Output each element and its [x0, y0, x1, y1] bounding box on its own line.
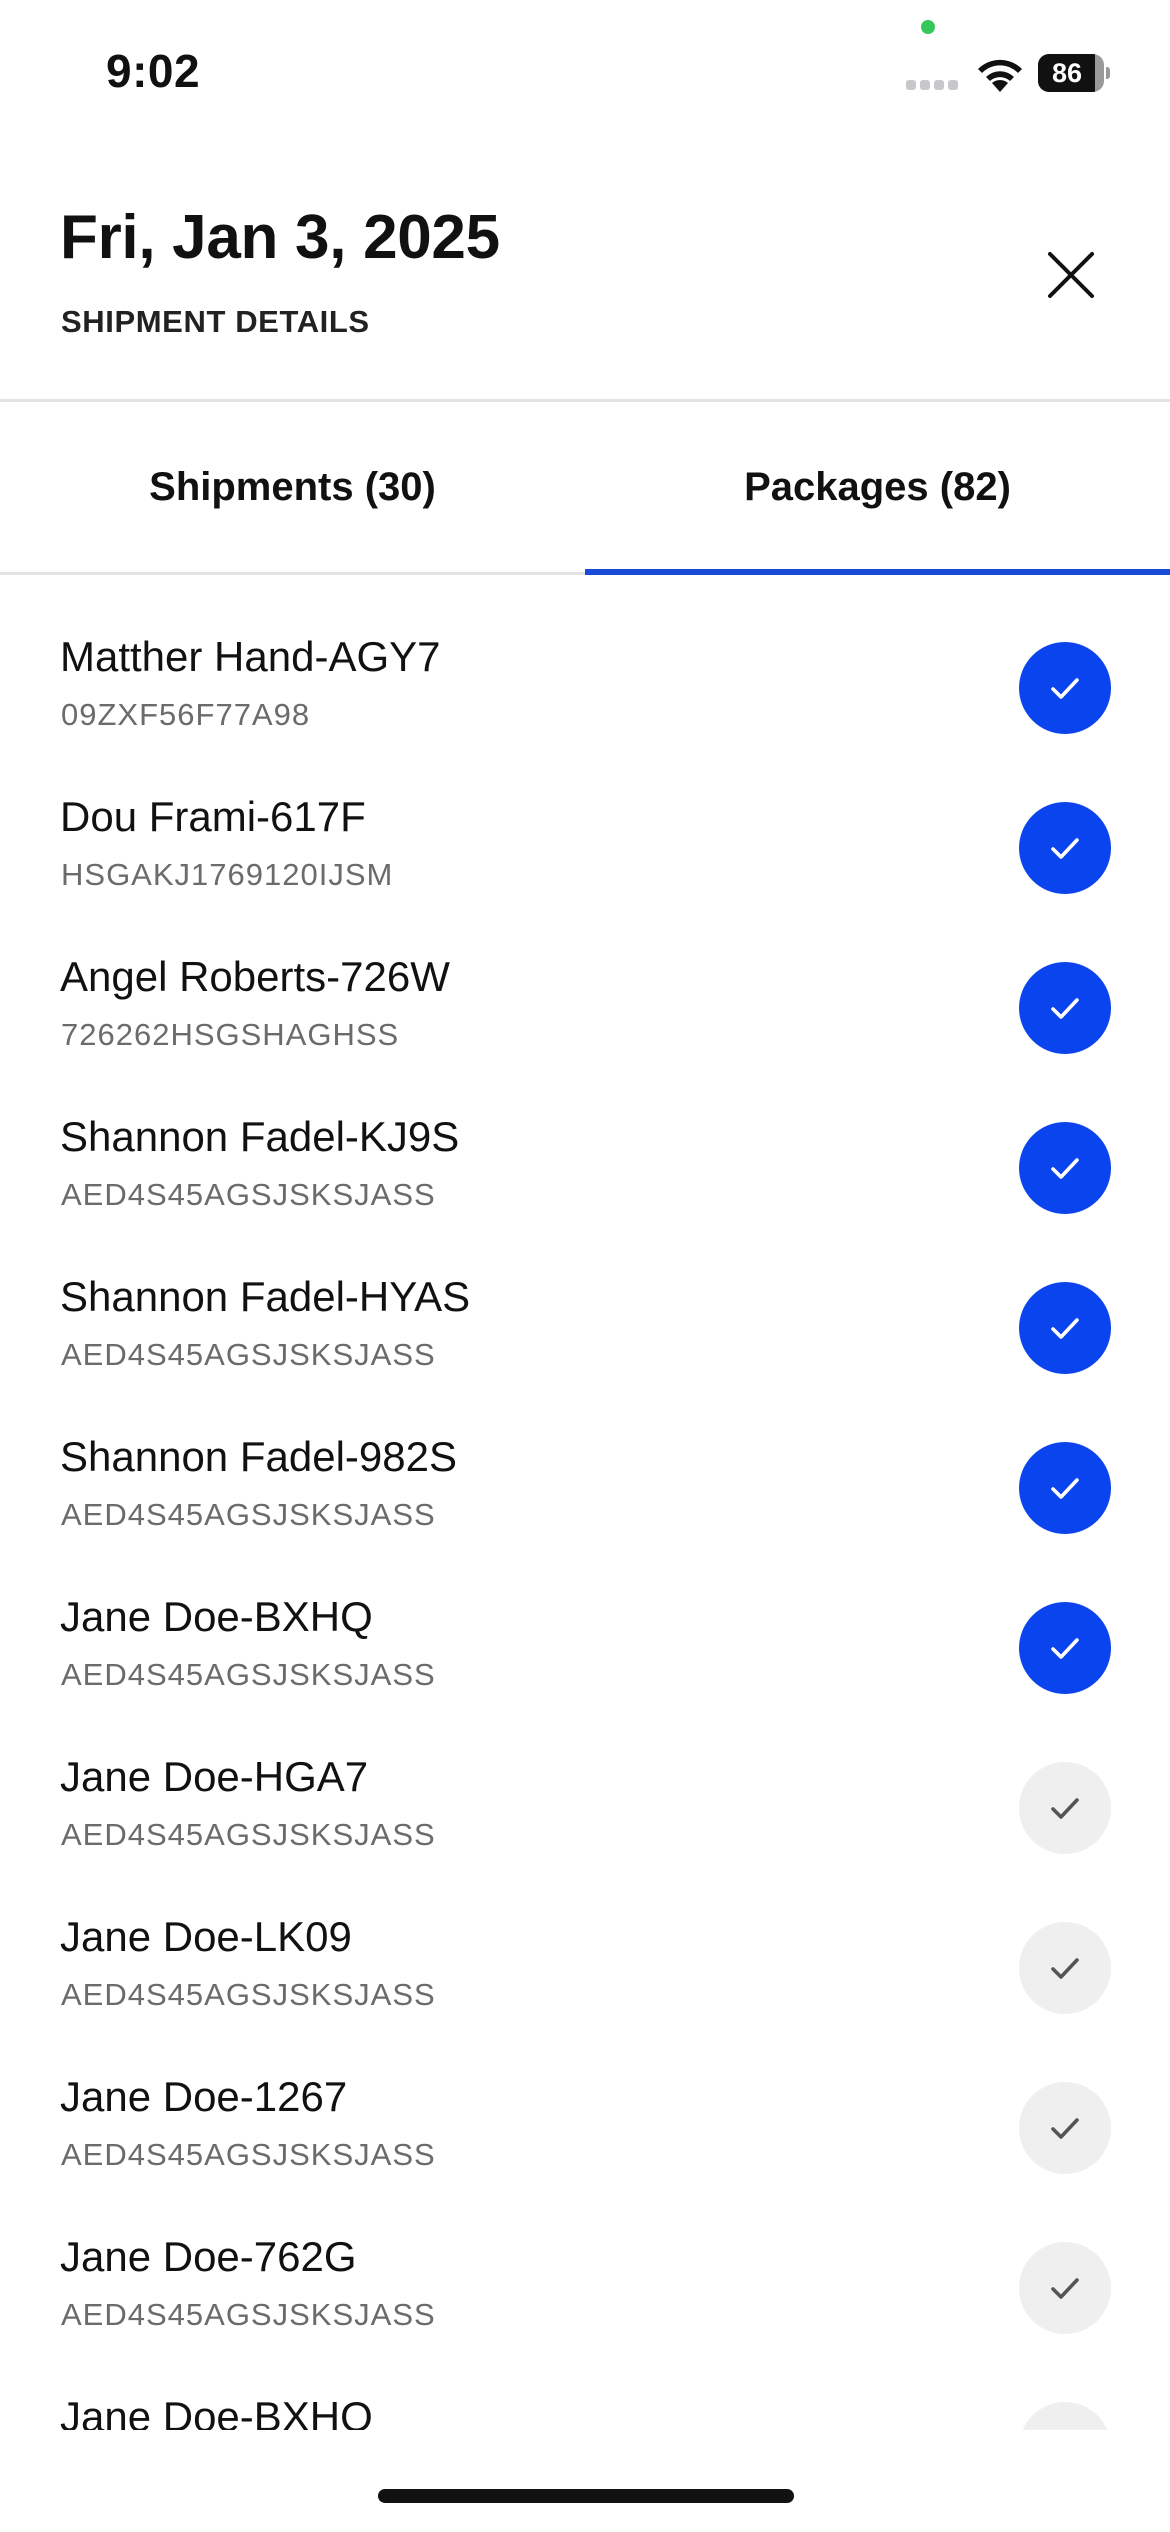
package-code: AED4S45AGSJSKSJASS: [61, 2297, 436, 2332]
checkmark-icon: [1051, 1798, 1079, 1819]
package-code: AED4S45AGSJSKSJASS: [61, 1657, 436, 1692]
list-item[interactable]: Shannon Fadel-982S AED4S45AGSJSKSJASS: [0, 1375, 1170, 1535]
close-icon: [1048, 252, 1094, 298]
camera-indicator-dot: [921, 20, 935, 34]
list-item[interactable]: Jane Doe-HGA7 AED4S45AGSJSKSJASS: [0, 1695, 1170, 1855]
package-code: AED4S45AGSJSKSJASS: [61, 1977, 436, 2012]
checkmark-icon: [1051, 1158, 1079, 1179]
list-item[interactable]: Jane Doe-1267 AED4S45AGSJSKSJASS: [0, 2015, 1170, 2175]
package-name: Dou Frami-617F: [60, 793, 366, 840]
checkmark-icon: [1051, 1478, 1079, 1499]
package-code: AED4S45AGSJSKSJASS: [61, 1497, 436, 1532]
tab-bar: Shipments (30) Packages (82): [0, 402, 1170, 575]
checkmark-icon: [1051, 998, 1079, 1019]
check-button-checked[interactable]: [1019, 962, 1111, 1054]
check-button-checked[interactable]: [1019, 1122, 1111, 1214]
battery-percent: 86: [1051, 58, 1083, 88]
package-name: Shannon Fadel-KJ9S: [60, 1113, 460, 1160]
list-item[interactable]: Shannon Fadel-HYAS AED4S45AGSJSKSJASS: [0, 1215, 1170, 1375]
package-code: 09ZXF56F77A98: [61, 697, 311, 732]
package-code: AED4S45AGSJSKSJASS: [61, 1337, 436, 1372]
checkmark-icon: [1051, 2118, 1079, 2139]
checkmark-icon: [1051, 678, 1079, 699]
header: Fri, Jan 3, 2025 SHIPMENT DETAILS: [0, 140, 1170, 402]
package-list[interactable]: Matther Hand-AGY7 09ZXF56F77A98 Dou Frami-…: [0, 575, 1170, 2430]
package-name: Jane Doe-BXHQ: [60, 1593, 373, 1640]
home-indicator[interactable]: [378, 2489, 794, 2503]
check-button-unchecked[interactable]: [1019, 2402, 1111, 2430]
package-code: AED4S45AGSJSKSJASS: [61, 1817, 436, 1852]
checkmark-icon: [1051, 2278, 1079, 2299]
package-name: Jane Doe-1267: [60, 2073, 348, 2120]
page-title: Fri, Jan 3, 2025: [60, 203, 500, 272]
list-item[interactable]: Jane Doe-LK09 AED4S45AGSJSKSJASS: [0, 1855, 1170, 2015]
status-bar: 9:02 86: [0, 0, 1170, 140]
check-button-checked[interactable]: [1019, 1282, 1111, 1374]
status-time: 9:02: [106, 45, 201, 97]
list-item[interactable]: Dou Frami-617F HSGAKJ1769120IJSM: [0, 735, 1170, 895]
package-name: Jane Doe-BXHQ: [60, 2393, 373, 2430]
tab-packages[interactable]: Packages (82): [585, 402, 1170, 575]
check-button-unchecked[interactable]: [1019, 2242, 1111, 2334]
list-item[interactable]: Jane Doe-BXHQ AED4S45AGSJSKSJASS: [0, 1535, 1170, 1695]
list-item[interactable]: Jane Doe-BXHQ: [0, 2335, 1170, 2430]
package-name: Jane Doe-HGA7: [60, 1753, 369, 1800]
package-name: Angel Roberts-726W: [60, 953, 450, 1000]
checkmark-icon: [1051, 1958, 1079, 1979]
package-code: HSGAKJ1769120IJSM: [61, 857, 394, 892]
list-item[interactable]: Shannon Fadel-KJ9S AED4S45AGSJSKSJASS: [0, 1055, 1170, 1215]
check-button-unchecked[interactable]: [1019, 2082, 1111, 2174]
package-code: 726262HSGSHAGHSS: [61, 1017, 400, 1052]
checkmark-icon: [1051, 1638, 1079, 1659]
check-button-checked[interactable]: [1019, 802, 1111, 894]
list-item[interactable]: Matther Hand-AGY7 09ZXF56F77A98: [0, 575, 1170, 735]
tab-shipments[interactable]: Shipments (30): [0, 402, 585, 572]
package-name: Jane Doe-LK09: [60, 1913, 352, 1960]
package-name: Matther Hand-AGY7: [60, 633, 441, 680]
package-code: AED4S45AGSJSKSJASS: [61, 1177, 436, 1212]
package-name: Jane Doe-762G: [60, 2233, 357, 2280]
check-button-checked[interactable]: [1019, 1602, 1111, 1694]
signal-icon: [906, 80, 958, 90]
checkmark-icon: [1051, 1318, 1079, 1339]
list-item[interactable]: Jane Doe-762G AED4S45AGSJSKSJASS: [0, 2175, 1170, 2335]
check-button-checked[interactable]: [1019, 1442, 1111, 1534]
check-button-unchecked[interactable]: [1019, 1762, 1111, 1854]
battery-icon: 86: [1038, 54, 1110, 92]
close-button[interactable]: [1036, 240, 1106, 310]
list-item[interactable]: Angel Roberts-726W 726262HSGSHAGHSS: [0, 895, 1170, 1055]
page-subtitle: SHIPMENT DETAILS: [61, 304, 370, 339]
package-code: AED4S45AGSJSKSJASS: [61, 2137, 436, 2172]
wifi-icon: [978, 59, 1022, 92]
checkmark-icon: [1051, 838, 1079, 859]
package-name: Shannon Fadel-982S: [60, 1433, 457, 1480]
check-button-checked[interactable]: [1019, 642, 1111, 734]
check-button-unchecked[interactable]: [1019, 1922, 1111, 2014]
package-name: Shannon Fadel-HYAS: [60, 1273, 471, 1320]
